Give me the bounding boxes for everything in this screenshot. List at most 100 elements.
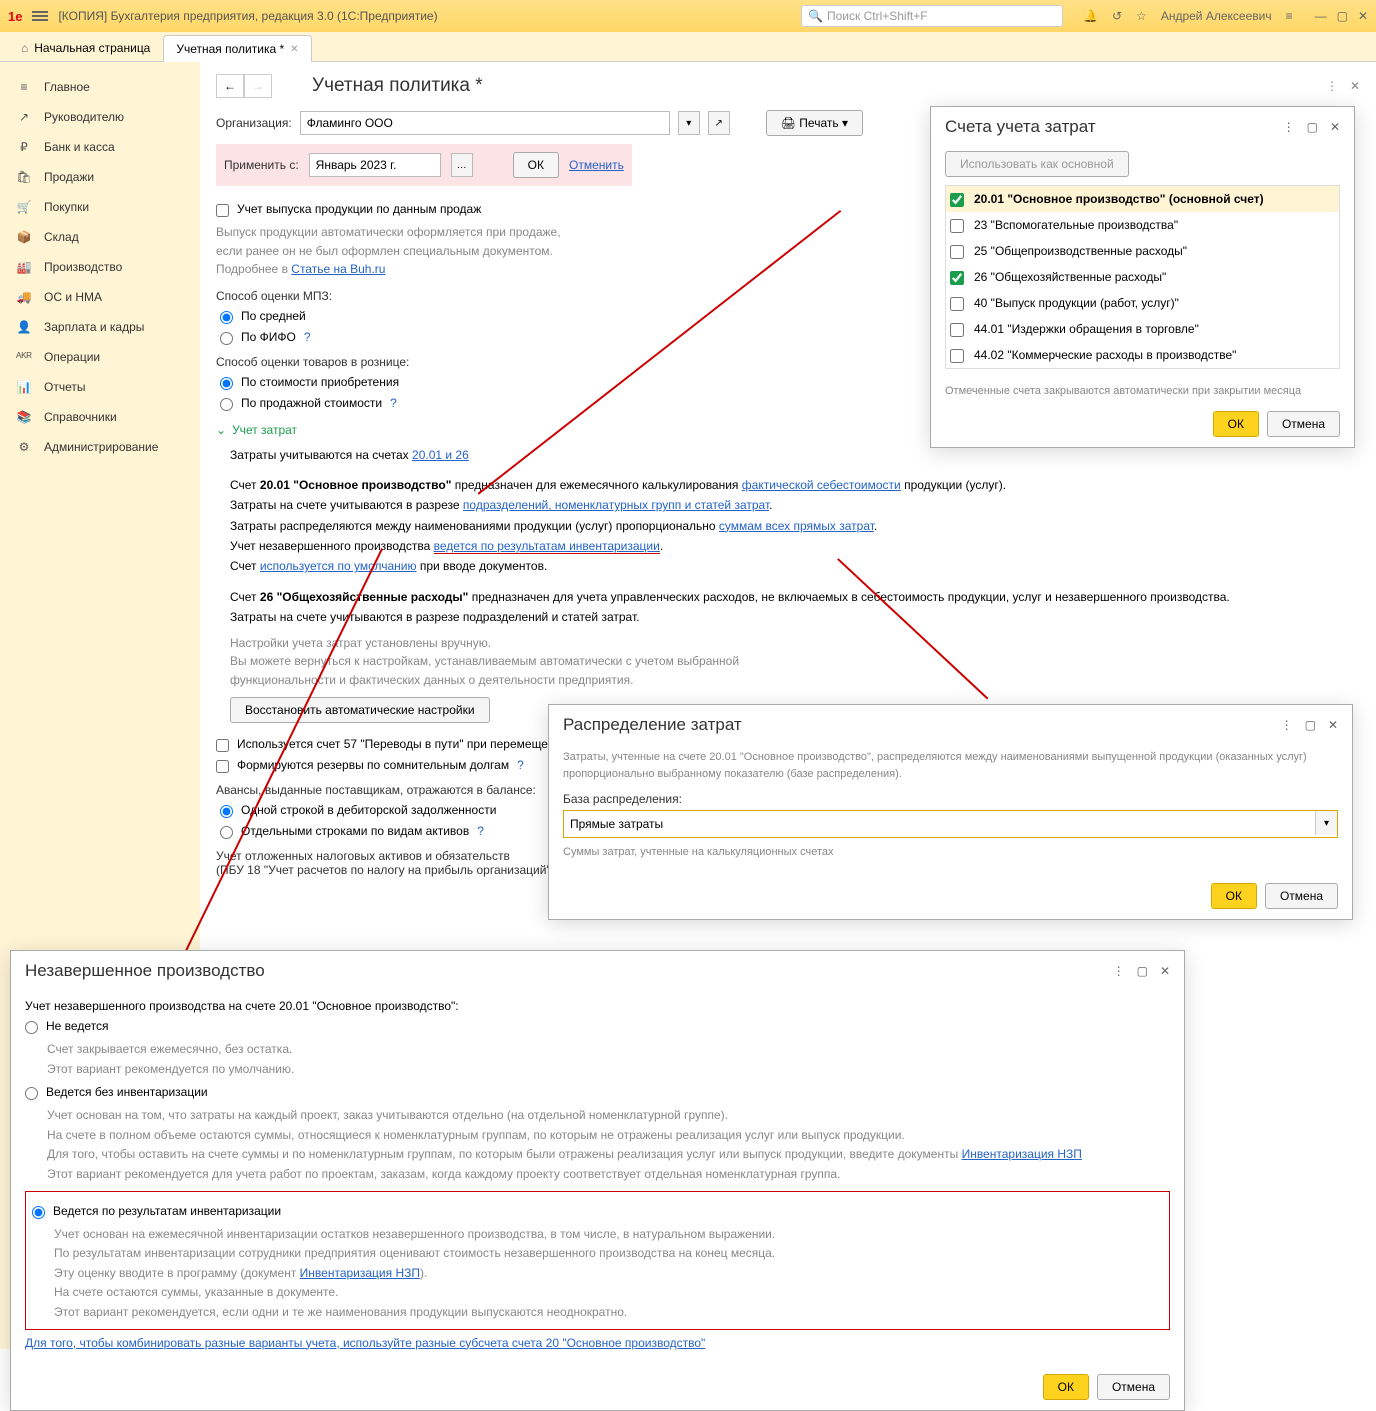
actual-cost-link[interactable]: фактической себестоимости — [742, 478, 901, 492]
org-field[interactable]: Фламинго ООО — [300, 111, 670, 135]
maximize-icon[interactable]: ▢ — [1307, 120, 1318, 134]
default-link[interactable]: используется по умолчанию — [260, 559, 417, 573]
radio-nzp-none[interactable] — [25, 1021, 38, 1034]
date-field[interactable]: Январь 2023 г. — [309, 153, 441, 177]
more-icon[interactable]: ⋮ — [1113, 964, 1125, 978]
sidebar-item-assets[interactable]: 🚚ОС и НМА — [0, 282, 200, 312]
radio-mpz-avg[interactable] — [220, 311, 233, 324]
chk-57[interactable] — [216, 739, 229, 752]
sidebar-item-catalogs[interactable]: 📚Справочники — [0, 402, 200, 432]
radio-mpz-fifo[interactable] — [220, 332, 233, 345]
account-row[interactable]: 20.01 "Основное производство" (основной … — [946, 186, 1339, 212]
maximize-button[interactable]: ▢ — [1337, 9, 1348, 23]
maximize-icon[interactable]: ▢ — [1305, 718, 1316, 732]
account-row[interactable]: 25 "Общепроизводственные расходы" — [946, 238, 1339, 264]
user-name[interactable]: Андрей Алексеевич — [1161, 9, 1272, 23]
account-row[interactable]: 26 "Общехозяйственные расходы" — [946, 264, 1339, 290]
chk-output[interactable] — [216, 204, 229, 217]
maximize-icon[interactable]: ▢ — [1137, 964, 1148, 978]
org-dropdown-button[interactable]: ▾ — [678, 111, 700, 135]
dist-dropdown-button[interactable]: ▾ — [1315, 811, 1337, 835]
tab-close-icon[interactable]: ✕ — [290, 44, 298, 55]
dimensions-link[interactable]: подразделений, номенклатурных групп и ст… — [463, 498, 769, 512]
settings-icon[interactable]: ≡ — [1286, 9, 1293, 23]
account-checkbox[interactable] — [950, 323, 964, 337]
use-default-button[interactable]: Использовать как основной — [945, 151, 1129, 177]
print-button[interactable]: 🖨 Печать ▾ — [766, 110, 863, 136]
radio-avans-single[interactable] — [220, 805, 233, 818]
restore-button[interactable]: Восстановить автоматические настройки — [230, 697, 490, 723]
more-icon[interactable]: ⋮ — [1281, 718, 1293, 732]
tab-home[interactable]: Начальная страница — [8, 34, 163, 61]
close-icon[interactable]: ✕ — [1330, 120, 1340, 134]
account-checkbox[interactable] — [950, 297, 964, 311]
org-open-button[interactable]: ↗ — [708, 111, 730, 135]
ok-button[interactable]: ОК — [513, 152, 559, 178]
more-icon[interactable]: ⋮ — [1283, 120, 1295, 134]
account-row[interactable]: 44.02 "Коммерческие расходы в производст… — [946, 342, 1339, 368]
help-icon[interactable]: ? — [517, 758, 524, 772]
dist-ok-button[interactable]: ОК — [1211, 883, 1257, 909]
nzp-cancel-button[interactable]: Отмена — [1097, 1374, 1170, 1400]
tab-policy[interactable]: Учетная политика *✕ — [163, 35, 311, 62]
help-icon[interactable]: ? — [390, 396, 397, 410]
dist-cancel-button[interactable]: Отмена — [1265, 883, 1338, 909]
search-input[interactable]: 🔍 Поиск Ctrl+Shift+F — [801, 5, 1063, 27]
inv-nzp-link2[interactable]: Инвентаризация НЗП — [300, 1266, 420, 1280]
account-checkbox[interactable] — [950, 349, 964, 363]
help-icon[interactable]: ? — [304, 330, 311, 344]
nzp-ok-button[interactable]: ОК — [1043, 1374, 1089, 1400]
date-picker-button[interactable]: … — [451, 153, 473, 177]
sidebar-item-manager[interactable]: ↗Руководителю — [0, 102, 200, 132]
account-checkbox[interactable] — [950, 219, 964, 233]
buh-link[interactable]: Статье на Buh.ru — [291, 262, 385, 276]
history-icon[interactable]: ↺ — [1112, 9, 1122, 23]
direct-costs-link[interactable]: суммам всех прямых затрат — [719, 519, 874, 533]
sidebar-item-reports[interactable]: 📊Отчеты — [0, 372, 200, 402]
account-row[interactable]: 23 "Вспомогательные производства" — [946, 212, 1339, 238]
radio-retail-cost[interactable] — [220, 377, 233, 390]
app-title: [КОПИЯ] Бухгалтерия предприятия, редакци… — [58, 9, 437, 23]
sidebar-item-main[interactable]: ≡Главное — [0, 72, 200, 102]
nzp-footer-link[interactable]: Для того, чтобы комбинировать разные вар… — [25, 1336, 1170, 1350]
account-checkbox[interactable] — [950, 193, 964, 207]
sidebar-item-admin[interactable]: ⚙Администрирование — [0, 432, 200, 462]
nzp-link[interactable]: ведется по результатам инвентаризации — [434, 539, 660, 554]
account-row[interactable]: 40 "Выпуск продукции (работ, услуг)" — [946, 290, 1339, 316]
accounts-link[interactable]: 20.01 и 26 — [412, 448, 469, 462]
minimize-button[interactable]: — — [1315, 9, 1327, 23]
more-icon[interactable]: ⋮ — [1326, 79, 1338, 93]
help-icon[interactable]: ? — [477, 824, 484, 838]
accounts-cancel-button[interactable]: Отмена — [1267, 411, 1340, 437]
star-icon[interactable]: ☆ — [1136, 9, 1147, 23]
cancel-link[interactable]: Отменить — [569, 158, 624, 172]
sidebar-item-production[interactable]: 🏭Производство — [0, 252, 200, 282]
back-button[interactable]: ← — [216, 74, 244, 98]
radio-retail-sale[interactable] — [220, 398, 233, 411]
person-icon: 👤 — [16, 320, 32, 334]
close-icon[interactable]: ✕ — [1328, 718, 1338, 732]
sidebar-item-sales[interactable]: 🛍Продажи — [0, 162, 200, 192]
sidebar-item-operations[interactable]: ᴬᴷᴿОперации — [0, 342, 200, 372]
close-button[interactable]: ✕ — [1358, 9, 1368, 23]
sidebar-item-hr[interactable]: 👤Зарплата и кадры — [0, 312, 200, 342]
radio-avans-split[interactable] — [220, 826, 233, 839]
sidebar-item-bank[interactable]: ₽Банк и касса — [0, 132, 200, 162]
radio-nzp-inv[interactable] — [32, 1206, 45, 1219]
sidebar-item-warehouse[interactable]: 📦Склад — [0, 222, 200, 252]
bell-icon[interactable]: 🔔 — [1083, 9, 1098, 23]
accounts-hint: Отмеченные счета закрываются автоматичес… — [931, 381, 1354, 401]
accounts-ok-button[interactable]: ОК — [1213, 411, 1259, 437]
menu-icon[interactable] — [32, 11, 48, 21]
account-checkbox[interactable] — [950, 245, 964, 259]
account-row[interactable]: 44.01 "Издержки обращения в торговле" — [946, 316, 1339, 342]
forward-button[interactable]: → — [244, 74, 272, 98]
chk-reserve[interactable] — [216, 760, 229, 773]
close-page-icon[interactable]: ✕ — [1350, 79, 1360, 93]
dist-base-field[interactable]: Прямые затраты — [564, 811, 1315, 837]
inv-nzp-link[interactable]: Инвентаризация НЗП — [962, 1147, 1082, 1161]
sidebar-item-purchases[interactable]: 🛒Покупки — [0, 192, 200, 222]
radio-nzp-noinv[interactable] — [25, 1087, 38, 1100]
account-checkbox[interactable] — [950, 271, 964, 285]
close-icon[interactable]: ✕ — [1160, 964, 1170, 978]
